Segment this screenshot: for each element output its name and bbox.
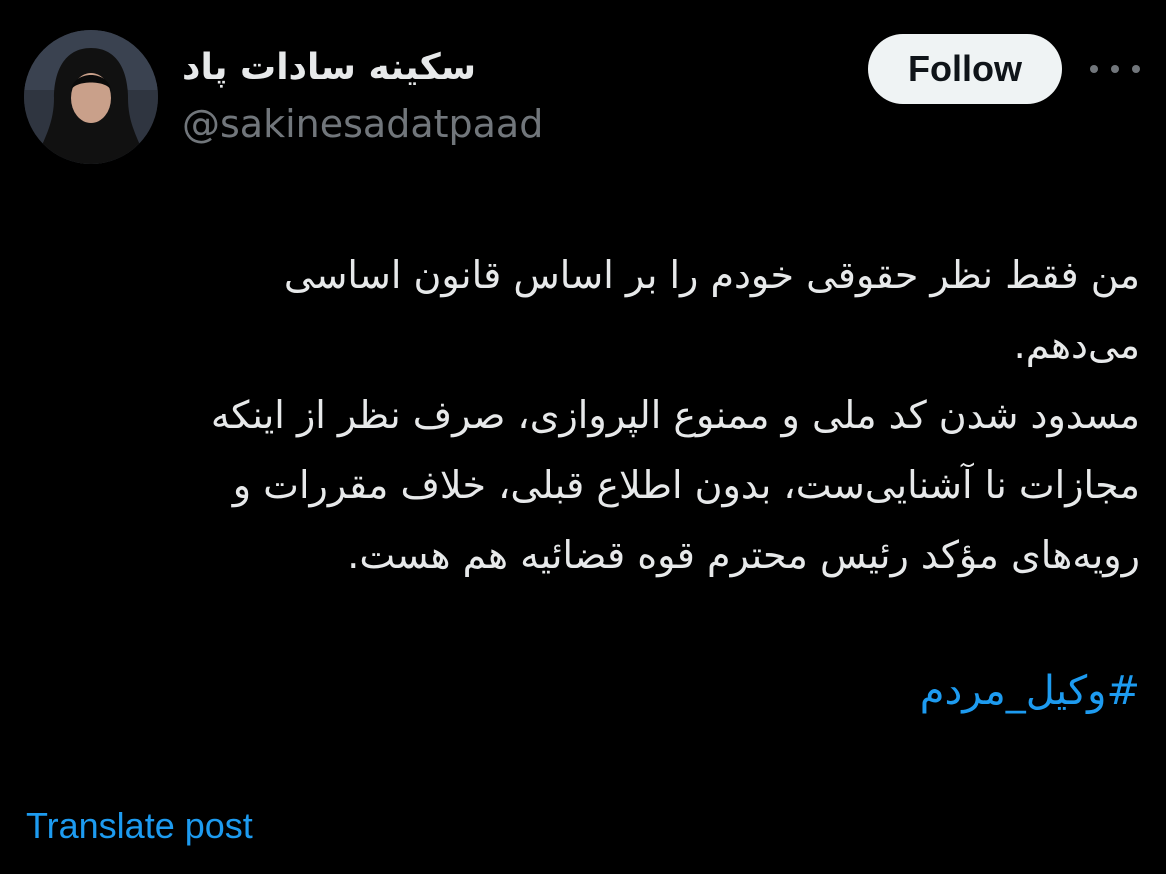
follow-button[interactable]: Follow [868, 34, 1062, 104]
more-dot [1111, 65, 1119, 73]
more-dot [1132, 65, 1140, 73]
post-line: مجازات نا آشنایی‌ست، بدون اطلاع قبلی، خل… [232, 463, 1140, 507]
post-line: رویه‌های مؤکد رئیس محترم قوه قضائیه هم ه… [347, 533, 1140, 577]
post-line: مسدود شدن کد ملی و ممنوع الپروازی، صرف ن… [210, 393, 1140, 437]
post-line: من فقط نظر حقوقی خودم را بر اساس قانون ا… [283, 253, 1140, 297]
translate-post-link[interactable]: Translate post [26, 800, 253, 852]
more-options-icon[interactable] [1090, 52, 1140, 86]
post-line: می‌دهم. [1013, 323, 1140, 367]
author-handle[interactable]: @sakinesadatpaad [182, 98, 543, 150]
more-dot [1090, 65, 1098, 73]
author-avatar[interactable] [24, 30, 158, 164]
hashtag-link[interactable]: #وکیل_مردم [920, 656, 1140, 726]
avatar-image [24, 30, 158, 164]
author-display-name[interactable]: سکینه سادات پاد [182, 42, 476, 94]
post-text: من فقط نظر حقوقی خودم را بر اساس قانون ا… [24, 240, 1140, 590]
